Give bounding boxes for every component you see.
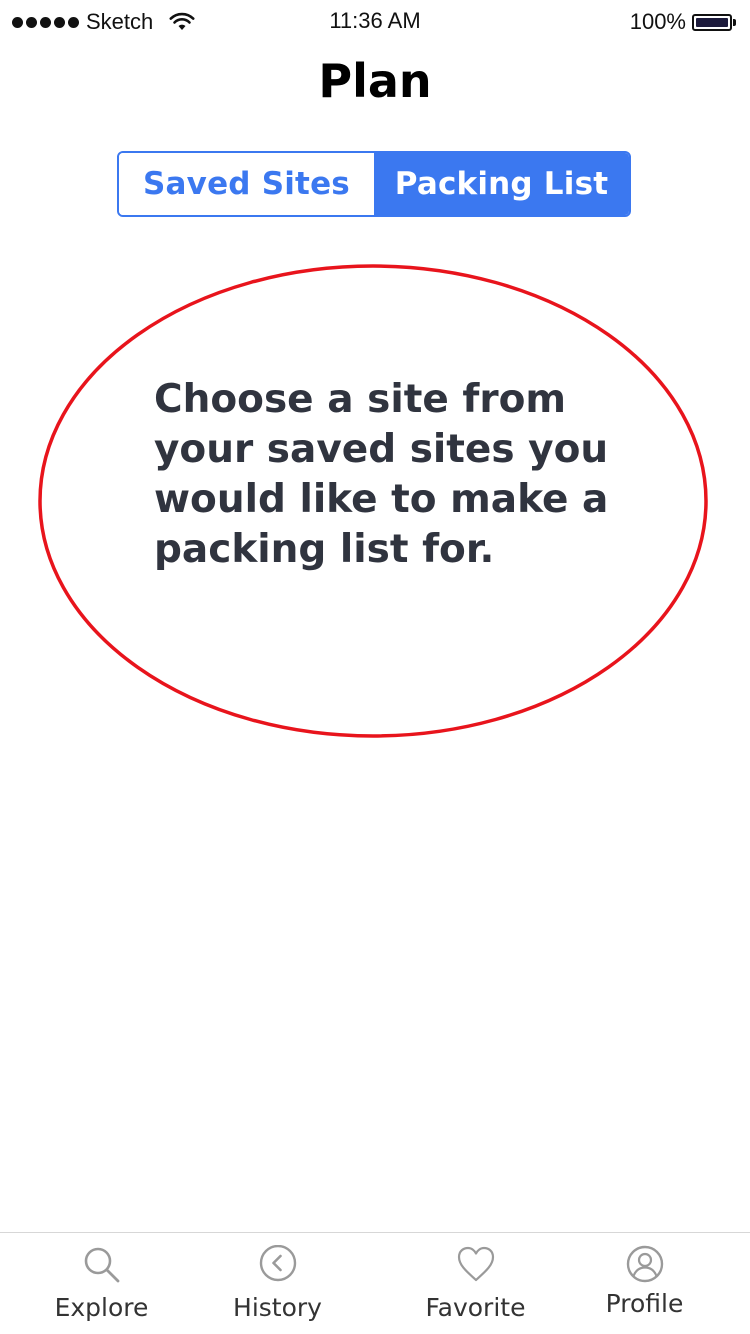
tab-label: Explore — [54, 1293, 149, 1322]
status-bar: Sketch 11:36 AM 100% — [0, 0, 750, 44]
tab-packing-list[interactable]: Packing List — [374, 153, 629, 215]
page-title: Plan — [318, 54, 432, 108]
tab-bar: Explore History Favorite Profile — [0, 1232, 750, 1334]
battery-tip — [733, 18, 736, 26]
tab-explore[interactable]: Explore — [8, 1233, 195, 1334]
tab-label: History — [233, 1293, 322, 1322]
tab-saved-sites[interactable]: Saved Sites — [119, 153, 374, 215]
app-screen: Sketch 11:36 AM 100% Plan Saved Sites Pa… — [0, 0, 750, 1334]
status-right: 100% — [630, 9, 736, 35]
battery-percentage: 100% — [629, 9, 686, 34]
empty-state-message: Choose a site from your saved sites you … — [154, 377, 609, 572]
segmented-control: Saved Sites Packing List — [117, 151, 631, 217]
tab-profile[interactable]: Profile — [551, 1233, 738, 1334]
heart-icon — [457, 1246, 494, 1282]
user-circle-icon — [626, 1245, 663, 1283]
tab-favorite[interactable]: Favorite — [382, 1233, 569, 1334]
tab-label: Favorite — [425, 1293, 526, 1322]
chevron-left-circle-icon — [259, 1245, 296, 1282]
tab-history[interactable]: History — [184, 1233, 371, 1334]
battery-icon — [692, 13, 732, 31]
tab-label: Profile — [605, 1289, 684, 1318]
search-icon — [84, 1247, 119, 1283]
battery-fill — [696, 17, 728, 27]
